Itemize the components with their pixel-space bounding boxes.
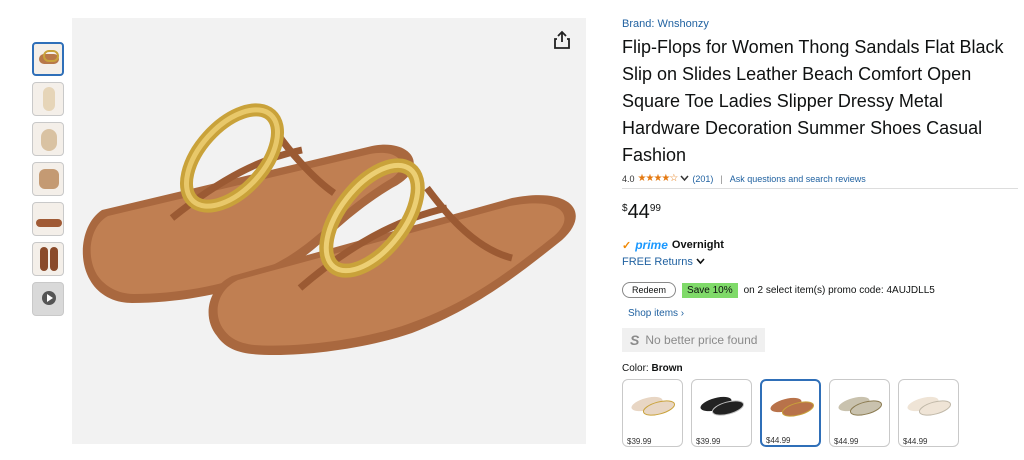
free-returns-label: FREE Returns — [622, 256, 693, 268]
price: $4499 — [622, 201, 1018, 224]
promo-row: Redeem Save 10% on 2 select item(s) prom… — [622, 282, 1018, 298]
color-swatch[interactable]: $39.99 — [622, 379, 683, 447]
sandal-mini-image — [41, 129, 57, 151]
color-label: Color: — [622, 363, 649, 374]
color-swatch-selected[interactable]: $44.99 — [760, 379, 821, 447]
save-badge: Save 10% — [682, 282, 738, 298]
free-returns-link[interactable]: FREE Returns — [622, 256, 1018, 268]
product-title: Flip-Flops for Women Thong Sandals Flat … — [622, 37, 1004, 165]
thumbnail-4[interactable] — [32, 162, 64, 196]
sandal-swatch-image — [700, 396, 745, 416]
sandal-mini-image — [39, 169, 59, 189]
sandal-mini-image — [40, 247, 48, 271]
thumbnail-5[interactable] — [32, 202, 64, 236]
sandal-swatch-image — [838, 396, 883, 416]
color-swatch[interactable]: $44.99 — [898, 379, 959, 447]
divider — [622, 188, 1018, 189]
thumbnail-6[interactable] — [32, 242, 64, 276]
price-fraction: 99 — [649, 203, 661, 214]
rating-row: 4.0 ★★★★☆ (201) | Ask questions and sear… — [622, 173, 1018, 184]
review-count-link[interactable]: (201) — [692, 174, 713, 184]
swatch-price: $44.99 — [903, 437, 928, 446]
sandal-swatch-image — [907, 396, 952, 416]
color-selector: Color: Brown — [622, 363, 1018, 374]
color-swatch[interactable]: $39.99 — [691, 379, 752, 447]
brand-link[interactable]: Brand: Wnshonzy — [622, 18, 1018, 30]
sandal-swatch-image — [631, 396, 676, 416]
swatch-price: $44.99 — [834, 437, 859, 446]
thumbnail-3[interactable] — [32, 122, 64, 156]
swatch-price: $44.99 — [766, 436, 791, 445]
share-icon[interactable] — [552, 30, 572, 50]
main-product-image[interactable] — [72, 18, 586, 444]
play-icon — [42, 291, 56, 305]
price-check-badge: S No better price found — [622, 328, 766, 352]
divider: | — [720, 173, 723, 184]
thumbnail-strip — [32, 42, 68, 322]
price-check-text: No better price found — [645, 333, 758, 347]
hardware-mini-image — [43, 50, 59, 62]
sandal-mini-image — [50, 247, 58, 271]
price-currency: $ — [622, 203, 628, 214]
rating-value: 4.0 — [622, 173, 635, 184]
promo-text: on 2 select item(s) promo code: 4AUJDLL5 — [743, 284, 935, 296]
chevron-down-icon — [696, 258, 705, 265]
sandal-mini-image — [36, 219, 62, 227]
prime-delivery: ✓ prime Overnight — [622, 238, 1018, 252]
shop-items-link[interactable]: Shop items › — [628, 308, 1018, 319]
video-thumbnail[interactable] — [32, 282, 64, 316]
color-swatches: $39.99 $39.99 $44.99 $44.99 $44.99 — [622, 379, 1018, 447]
redeem-button[interactable]: Redeem — [622, 282, 677, 298]
overnight-label: Overnight — [671, 239, 724, 251]
thumbnail-1[interactable] — [32, 42, 64, 76]
sandal-mini-image — [43, 87, 55, 111]
swatch-price: $39.99 — [696, 437, 721, 446]
product-info: Brand: Wnshonzy Flip-Flops for Women Tho… — [622, 18, 1018, 447]
sandal-illustration — [82, 103, 576, 356]
price-check-icon: S — [630, 332, 640, 348]
ask-questions-link[interactable]: Ask questions and search reviews — [730, 174, 866, 184]
swatch-price: $39.99 — [627, 437, 652, 446]
star-rating-icon[interactable]: ★★★★☆ — [638, 173, 679, 184]
price-whole: 44 — [627, 201, 650, 223]
prime-logo: prime — [635, 238, 668, 252]
sandal-swatch-image — [770, 397, 815, 417]
chevron-down-icon[interactable] — [680, 174, 689, 184]
prime-check-icon: ✓ — [622, 239, 632, 252]
color-swatch[interactable]: $44.99 — [829, 379, 890, 447]
color-selected: Brown — [651, 363, 683, 374]
thumbnail-2[interactable] — [32, 82, 64, 116]
